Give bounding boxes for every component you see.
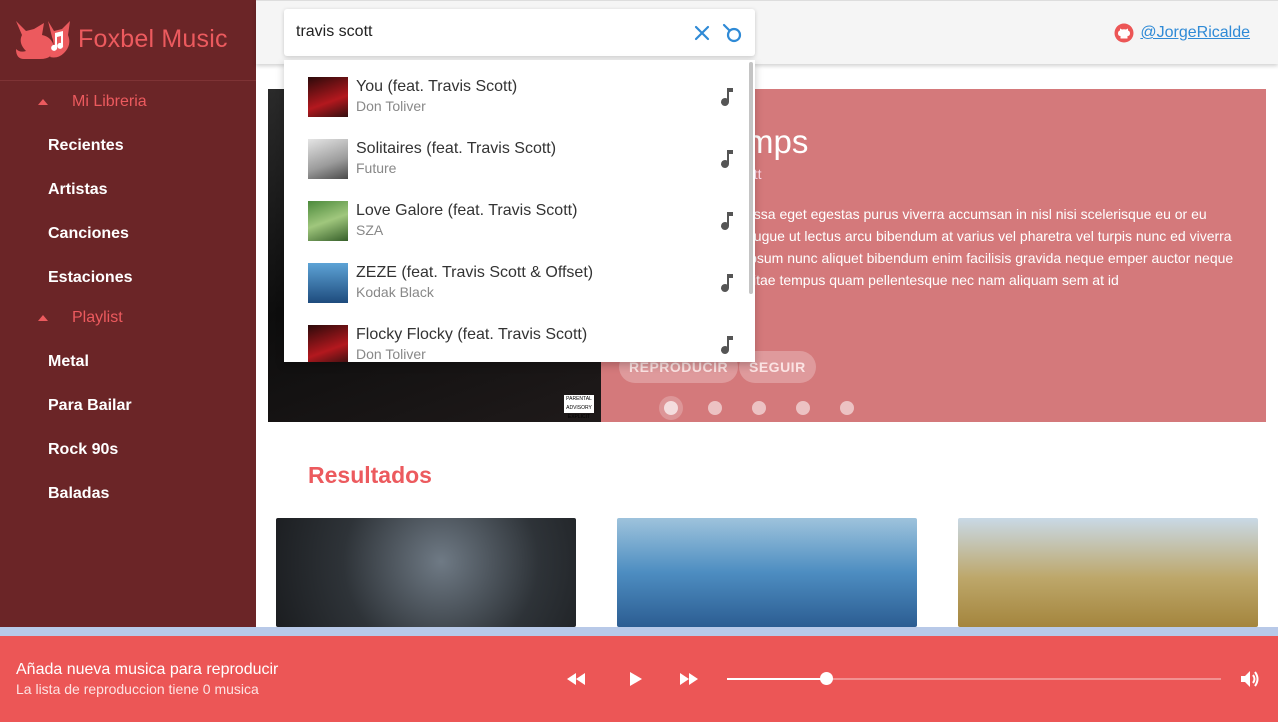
carousel-dots [664,401,884,415]
result-thumbnail [308,263,348,303]
carousel-dot[interactable] [708,401,722,415]
carousel-dot[interactable] [840,401,854,415]
search-result-item[interactable]: Flocky Flocky (feat. Travis Scott) Don T… [284,308,749,362]
result-artist: Don Toliver [356,346,426,362]
banner-description: assa eget egestas purus viverra accumsan… [746,206,1234,288]
sidebar-item-baladas[interactable]: Baladas [48,482,109,506]
results-title: Resultados [308,462,432,488]
volume-icon[interactable] [1239,668,1261,690]
caret-up-icon [38,315,48,321]
result-title: Flocky Flocky (feat. Travis Scott) [356,326,588,343]
parental-advisory-label: PARENTAL ADVISORY EXPLICIT CONTENT [564,395,594,420]
caret-up-icon [38,99,48,105]
github-username[interactable]: @JorgeRicalde [1140,24,1250,42]
sidebar-item-para-bailar[interactable]: Para Bailar [48,394,132,418]
progress-slider[interactable] [727,672,1221,685]
search-results-dropdown: You (feat. Travis Scott) Don Toliver Sol… [284,60,755,362]
search-result-item[interactable]: ZEZE (feat. Travis Scott & Offset) Kodak… [284,246,749,308]
github-icon [1114,23,1134,43]
search-result-item[interactable]: You (feat. Travis Scott) Don Toliver [284,60,749,122]
rewind-icon[interactable] [565,668,587,690]
app-name: Foxbel Music [78,24,228,53]
carousel-dot[interactable] [796,401,810,415]
search-icon[interactable] [721,22,743,44]
music-note-icon [721,274,733,292]
result-title: ZEZE (feat. Travis Scott & Offset) [356,264,594,281]
search-result-item[interactable]: Solitaires (feat. Travis Scott) Future [284,122,749,184]
sidebar-item-artistas[interactable]: Artistas [48,178,108,202]
sidebar-item-recientes[interactable]: Recientes [48,134,124,158]
result-title: Love Galore (feat. Travis Scott) [356,202,578,219]
fast-forward-icon[interactable] [678,668,700,690]
search-input[interactable] [296,20,676,44]
progress-fill [727,678,826,680]
sidebar-section-label: Playlist [72,309,123,326]
sidebar-item-metal[interactable]: Metal [48,350,89,374]
result-thumbnail [308,325,348,362]
music-note-icon [721,336,733,354]
result-title: Solitaires (feat. Travis Scott) [356,140,557,157]
result-artist: Kodak Black [356,284,434,300]
sidebar-item-canciones[interactable]: Canciones [48,222,129,246]
sidebar-item-estaciones[interactable]: Estaciones [48,266,132,290]
sidebar-item-rock-90s[interactable]: Rock 90s [48,438,118,462]
dropdown-scrollbar[interactable] [749,62,753,294]
sidebar-section-mi-libreria[interactable]: Mi Libreria [38,90,147,114]
sidebar-section-playlist[interactable]: Playlist [38,306,123,330]
play-icon[interactable] [624,668,646,690]
close-icon[interactable] [692,23,712,43]
result-thumbnail [308,139,348,179]
music-note-icon [721,88,733,106]
search-box [284,9,755,56]
search-result-item[interactable]: Love Galore (feat. Travis Scott) SZA [284,184,749,246]
result-card[interactable] [617,518,917,627]
result-card[interactable] [276,518,576,627]
carousel-dot[interactable] [664,401,678,415]
result-thumbnail [308,77,348,117]
fox-music-logo-icon [16,21,70,59]
music-note-icon [721,212,733,230]
carousel-dot[interactable] [752,401,766,415]
sidebar: Foxbel Music Mi Libreria Recientes Artis… [0,0,256,627]
result-artist: Don Toliver [356,98,426,114]
player-title: Añada nueva musica para reproducir [16,661,279,678]
sidebar-divider [0,80,256,81]
result-artist: SZA [356,222,384,238]
github-link[interactable]: @JorgeRicalde [1114,23,1250,43]
app-logo[interactable]: Foxbel Music [14,14,254,64]
sidebar-section-label: Mi Libreria [72,93,147,110]
player-top-border [0,627,1278,636]
result-artist: Future [356,160,397,176]
result-card[interactable] [958,518,1258,627]
progress-handle[interactable] [819,672,833,685]
banner-title: mps [746,123,809,160]
player-bar: Añada nueva musica para reproducir La li… [0,636,1278,722]
result-title: You (feat. Travis Scott) [356,78,518,95]
result-thumbnail [308,201,348,241]
player-subtitle: La lista de reproduccion tiene 0 musica [16,681,259,697]
music-note-icon [721,150,733,168]
